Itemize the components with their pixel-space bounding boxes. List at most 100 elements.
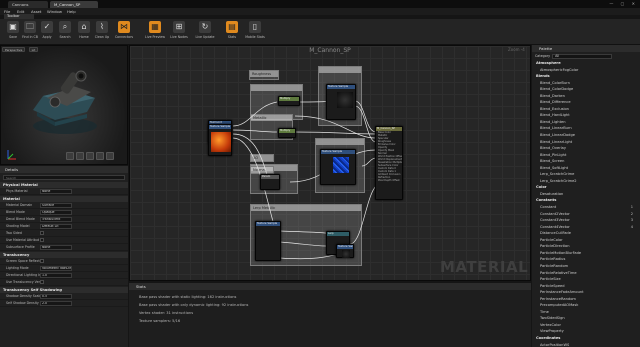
search-button[interactable]: ⌕ Search bbox=[55, 21, 75, 43]
palette-item-label: Color bbox=[536, 185, 547, 190]
property-value[interactable]: Volumetric NonDirectional bbox=[40, 265, 72, 271]
palette-filter: Category All bbox=[535, 53, 637, 59]
stats-line: Base pass shader with only dynamic light… bbox=[139, 303, 249, 307]
node-ao-sample[interactable]: Param bbox=[260, 174, 280, 190]
texture-preview-small bbox=[342, 250, 350, 258]
palette-item-label: Lerp_ScratchGrime2 bbox=[540, 178, 577, 183]
home-button[interactable]: ⌂ Home bbox=[74, 21, 94, 43]
stats-panel-header[interactable]: Stats bbox=[129, 283, 531, 290]
property-checkbox[interactable] bbox=[40, 280, 44, 284]
node-title: Multiply bbox=[279, 97, 299, 101]
property-row: Shadow Density Scale 0.5 bbox=[0, 293, 128, 300]
palette-item-label: PrecomputedAOMask bbox=[540, 303, 579, 308]
property-row: Subsurface Profile None bbox=[0, 244, 128, 251]
folder-search-icon: 🗀 bbox=[24, 21, 36, 33]
property-row: Self Shadow Density 2.0 bbox=[0, 300, 128, 307]
property-label: Phys Material bbox=[6, 189, 28, 193]
stats-icon: ▤ bbox=[226, 21, 238, 33]
graph-watermark: MATERIAL bbox=[440, 258, 529, 276]
node-title: Lerp bbox=[327, 232, 349, 236]
tab-cannons[interactable]: Cannons bbox=[8, 1, 48, 8]
property-label: Two Sided bbox=[6, 231, 22, 235]
cannon-mesh-preview bbox=[33, 70, 97, 134]
broom-icon: ⌇ bbox=[96, 21, 108, 33]
palette-item-label: ViewProperty bbox=[540, 329, 564, 334]
texture-preview-dark bbox=[337, 92, 353, 108]
node-texture-sample-dark[interactable]: Texture Sample bbox=[326, 84, 356, 120]
property-value[interactable]: 1.0 bbox=[40, 272, 72, 278]
property-checkbox[interactable] bbox=[40, 259, 44, 263]
node-lerp-texture[interactable]: Texture Sample bbox=[336, 244, 354, 258]
connectors-button[interactable]: ⋈ Connectors bbox=[114, 21, 134, 43]
palette-item-label: Blend_ColorDodge bbox=[540, 87, 574, 92]
stats-button[interactable]: ▤ Stats bbox=[222, 21, 242, 43]
window-controls[interactable]: — ▢ ✕ bbox=[609, 1, 638, 6]
live-update-button[interactable]: ↻ Live Update bbox=[195, 21, 215, 43]
menu-help[interactable]: Help bbox=[67, 9, 76, 14]
preview-cube-button[interactable] bbox=[96, 152, 104, 160]
home-icon: ⌂ bbox=[78, 21, 90, 33]
viewport-controls: Perspective Lit bbox=[2, 47, 40, 53]
node-lerp-input[interactable]: Texture Sample bbox=[255, 221, 281, 261]
property-value[interactable]: None bbox=[40, 188, 72, 194]
preview-mesh-button[interactable] bbox=[106, 152, 114, 160]
tab-material-editor[interactable]: M_Cannon_SP bbox=[50, 1, 98, 8]
details-panel: Search Physical Material Phys Material Non… bbox=[0, 173, 128, 347]
palette-item-label: Blend_Exclusion bbox=[540, 106, 569, 111]
material-graph[interactable]: Roughness Metallic AO Normal Lerp Metall… bbox=[129, 45, 531, 281]
node-title: Param bbox=[261, 175, 279, 179]
property-value[interactable]: 0.5 bbox=[40, 293, 72, 299]
property-label: Material Domain bbox=[6, 203, 33, 207]
palette-item-label: Blend_Overlay bbox=[540, 146, 567, 151]
node-roughness-mult[interactable]: Multiply bbox=[278, 96, 300, 106]
toolbar-tab[interactable]: Toolbar bbox=[4, 14, 34, 19]
clean-up-button[interactable]: ⌇ Clean Up bbox=[92, 21, 112, 43]
palette-panel-header[interactable]: Palette bbox=[532, 45, 640, 52]
toolbar-button-label: Apply bbox=[42, 35, 52, 39]
graph-title: M_Cannon_SP bbox=[309, 47, 351, 54]
details-search-input[interactable]: Search bbox=[3, 175, 125, 180]
property-value[interactable]: Default Lit bbox=[40, 223, 72, 229]
property-value[interactable]: Surface bbox=[40, 202, 72, 208]
palette-item-label: Desaturation bbox=[540, 191, 564, 196]
live-preview-button[interactable]: ▦ Live Preview bbox=[145, 21, 165, 43]
palette-item-label: PerInstanceFadeAmount bbox=[540, 290, 584, 295]
property-value[interactable]: Opaque bbox=[40, 209, 72, 215]
preview-cylinder-button[interactable] bbox=[66, 152, 74, 160]
viewport-mode-lit[interactable]: Lit bbox=[28, 47, 39, 52]
property-value[interactable]: None bbox=[40, 244, 72, 250]
menu-window[interactable]: Window bbox=[47, 9, 62, 14]
property-row: Blend Mode Opaque bbox=[0, 209, 128, 216]
palette-item-label: Blend_LinearLight bbox=[540, 139, 573, 144]
property-checkbox[interactable] bbox=[40, 231, 44, 235]
node-texture-sample-basecolor[interactable]: Texture Sample bbox=[208, 124, 232, 156]
preview-sphere-button[interactable] bbox=[76, 152, 84, 160]
mobile-stats-button[interactable]: ▯ Mobile Stats bbox=[245, 21, 265, 43]
live-nodes-button[interactable]: ⊞ Live Nodes bbox=[169, 21, 189, 43]
palette-item-label: TwoSidedSign bbox=[540, 316, 565, 321]
property-row: Shading Model Default Lit bbox=[0, 223, 128, 230]
live-nodes-icon: ⊞ bbox=[173, 21, 185, 33]
toolbar-button-label: Live Nodes bbox=[170, 35, 188, 39]
preview-plane-button[interactable] bbox=[86, 152, 94, 160]
property-value[interactable]: 2.0 bbox=[40, 300, 72, 306]
palette-item-label: Blend_Darken bbox=[540, 93, 565, 98]
property-label: Use Translucency Ver bbox=[6, 280, 40, 284]
node-material-result[interactable]: M_Cannon_SP Base Color Metallic Specular Ro… bbox=[375, 126, 403, 200]
palette-item-label: Blends bbox=[536, 74, 550, 79]
palette-item-label: VertexColor bbox=[540, 322, 561, 327]
apply-button[interactable]: ✓ Apply bbox=[37, 21, 57, 43]
material-input-pin[interactable]: Pixel Depth Offset bbox=[376, 179, 402, 182]
menu-bar bbox=[0, 8, 640, 15]
node-metallic-mult[interactable]: Multiply bbox=[278, 128, 296, 138]
node-texture-sample-normal[interactable]: Texture Sample bbox=[320, 149, 356, 185]
texture-preview-orange bbox=[211, 132, 231, 152]
viewport-mode-perspective[interactable]: Perspective bbox=[2, 47, 26, 52]
property-label: Self Shadow Density bbox=[6, 301, 39, 305]
property-checkbox[interactable] bbox=[40, 238, 44, 242]
property-value[interactable]: Translucent bbox=[40, 216, 72, 222]
property-row: Screen Space Reflect bbox=[0, 258, 128, 265]
details-panel-header[interactable]: Details bbox=[0, 166, 128, 173]
palette-category-select[interactable]: All bbox=[552, 53, 613, 59]
palette-item[interactable]: ActorPositionWS bbox=[532, 342, 640, 347]
